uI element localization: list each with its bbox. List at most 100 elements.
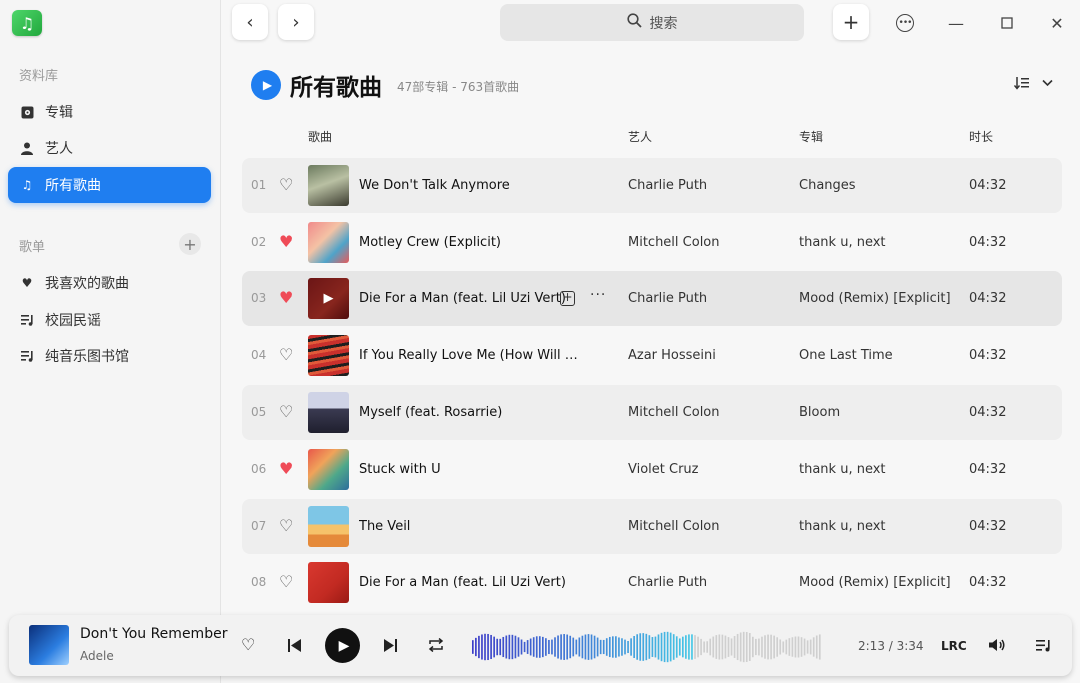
- song-duration: 04:32: [969, 405, 1006, 420]
- sidebar-item-label: 所有歌曲: [45, 175, 101, 195]
- heart-filled-icon[interactable]: ♥: [279, 288, 293, 307]
- song-album[interactable]: Changes: [799, 178, 856, 193]
- heart-outline-icon[interactable]: ♡: [279, 572, 293, 591]
- waveform-bar: [579, 637, 581, 656]
- song-artist[interactable]: Charlie Puth: [628, 575, 707, 590]
- table-row[interactable]: 07 ♡ The Veil Mitchell Colon thank u, ne…: [242, 499, 1062, 554]
- song-artist[interactable]: Mitchell Colon: [628, 519, 720, 534]
- track-number: 04: [251, 348, 266, 362]
- song-artist[interactable]: Azar Hosseini: [628, 348, 716, 363]
- play-all-button[interactable]: ▶: [251, 70, 281, 100]
- table-row[interactable]: 05 ♡ Myself (feat. Rosarrie) Mitchell Co…: [242, 385, 1062, 440]
- waveform-bar: [542, 637, 544, 657]
- heart-outline-icon[interactable]: ♡: [279, 516, 293, 535]
- waveform-bar: [554, 637, 556, 656]
- table-row[interactable]: 08 ♡ Die For a Man (feat. Lil Uzi Vert) …: [242, 555, 1062, 610]
- waveform-bar: [560, 634, 562, 659]
- more-icon[interactable]: ···: [590, 287, 606, 303]
- add-to-playlist-icon[interactable]: +: [560, 291, 575, 306]
- now-playing-artist[interactable]: Adele: [80, 649, 114, 663]
- sort-icon[interactable]: [1014, 76, 1030, 94]
- volume-button[interactable]: [989, 637, 1006, 656]
- sidebar-item-playlist[interactable]: 校园民谣: [8, 302, 211, 338]
- add-playlist-button[interactable]: +: [179, 233, 201, 255]
- playlist-icon: [20, 349, 34, 363]
- waveform-bar: [679, 638, 681, 655]
- song-artist[interactable]: Mitchell Colon: [628, 405, 720, 420]
- back-button[interactable]: ‹: [232, 4, 268, 40]
- waveform-bar: [697, 637, 699, 658]
- song-album[interactable]: Mood (Remix) [Explicit]: [799, 291, 951, 306]
- column-header-duration[interactable]: 时长: [969, 128, 993, 145]
- waveform-bar: [551, 640, 553, 655]
- album-cover: [308, 449, 349, 490]
- song-duration: 04:32: [969, 291, 1006, 306]
- sidebar-item-all-songs[interactable]: ♫ 所有歌曲: [8, 167, 211, 203]
- song-album[interactable]: One Last Time: [799, 348, 893, 363]
- waveform-bar: [478, 636, 480, 658]
- waveform-bar: [493, 637, 495, 658]
- song-album[interactable]: Bloom: [799, 405, 840, 420]
- heart-filled-icon[interactable]: ♥: [279, 459, 293, 478]
- heart-outline-icon[interactable]: ♡: [279, 175, 293, 194]
- song-artist[interactable]: Violet Cruz: [628, 462, 699, 477]
- next-button[interactable]: [383, 637, 397, 656]
- search-placeholder: 搜索: [650, 13, 678, 33]
- maximize-button[interactable]: [994, 10, 1020, 36]
- waveform-bar: [624, 640, 626, 655]
- waveform-bar: [804, 639, 806, 656]
- album-cover: [308, 222, 349, 263]
- table-row[interactable]: 02 ♥ Motley Crew (Explicit) Mitchell Col…: [242, 215, 1062, 270]
- song-album[interactable]: Mood (Remix) [Explicit]: [799, 575, 951, 590]
- now-playing-cover[interactable]: [29, 625, 69, 665]
- sidebar-item-artists[interactable]: 艺人: [8, 130, 211, 166]
- close-button[interactable]: ✕: [1044, 10, 1070, 36]
- song-album[interactable]: thank u, next: [799, 462, 886, 477]
- sidebar-item-favorites[interactable]: ♥ 我喜欢的歌曲: [8, 265, 211, 301]
- waveform-seekbar[interactable]: [472, 629, 822, 665]
- song-artist[interactable]: Mitchell Colon: [628, 235, 720, 250]
- play-queue-button[interactable]: [1036, 637, 1052, 656]
- waveform-bar: [785, 640, 787, 655]
- chevron-down-icon[interactable]: [1042, 76, 1053, 90]
- waveform-bar: [645, 634, 647, 660]
- column-header-song[interactable]: 歌曲: [308, 128, 332, 145]
- table-row[interactable]: 06 ♥ Stuck with U Violet Cruz thank u, n…: [242, 442, 1062, 497]
- minimize-button[interactable]: —: [943, 10, 969, 36]
- column-header-artist[interactable]: 艺人: [628, 128, 652, 145]
- column-header-album[interactable]: 专辑: [799, 128, 823, 145]
- like-button[interactable]: ♡: [241, 635, 255, 654]
- add-button[interactable]: +: [833, 4, 869, 40]
- heart-outline-icon[interactable]: ♡: [279, 345, 293, 364]
- previous-button[interactable]: [288, 637, 302, 656]
- forward-button[interactable]: ›: [278, 4, 314, 40]
- sidebar-item-albums[interactable]: 专辑: [8, 94, 211, 130]
- waveform-bar: [582, 636, 584, 659]
- waveform-bar: [661, 633, 663, 661]
- sidebar-item-label: 专辑: [45, 102, 73, 122]
- play-button[interactable]: ▶: [325, 628, 360, 663]
- song-artist[interactable]: Charlie Puth: [628, 178, 707, 193]
- waveform-bar: [670, 633, 672, 662]
- waveform-bar: [749, 633, 751, 661]
- waveform-bar: [530, 639, 532, 656]
- repeat-button[interactable]: [428, 637, 444, 656]
- heart-filled-icon[interactable]: ♥: [279, 232, 293, 251]
- heart-outline-icon[interactable]: ♡: [279, 402, 293, 421]
- chevron-left-icon: ‹: [246, 12, 253, 33]
- sidebar-item-playlist[interactable]: 纯音乐图书馆: [8, 338, 211, 374]
- search-input[interactable]: 搜索: [500, 4, 804, 41]
- song-album[interactable]: thank u, next: [799, 519, 886, 534]
- table-row[interactable]: 01 ♡ We Don't Talk Anymore Charlie Puth …: [242, 158, 1062, 213]
- more-options-button[interactable]: •••: [896, 14, 914, 32]
- play-icon: ▶: [263, 78, 272, 92]
- table-row[interactable]: 04 ♡ If You Really Love Me (How Will kno…: [242, 328, 1062, 383]
- table-row[interactable]: 03 ♥ ▶ Die For a Man (feat. Lil Uzi Vert…: [242, 271, 1062, 326]
- waveform-bar: [563, 634, 565, 660]
- song-artist[interactable]: Charlie Puth: [628, 291, 707, 306]
- lyrics-button[interactable]: LRC: [941, 639, 967, 653]
- song-album[interactable]: thank u, next: [799, 235, 886, 250]
- play-icon[interactable]: ▶: [308, 278, 349, 319]
- search-icon: [627, 13, 642, 32]
- waveform-bar: [618, 637, 620, 656]
